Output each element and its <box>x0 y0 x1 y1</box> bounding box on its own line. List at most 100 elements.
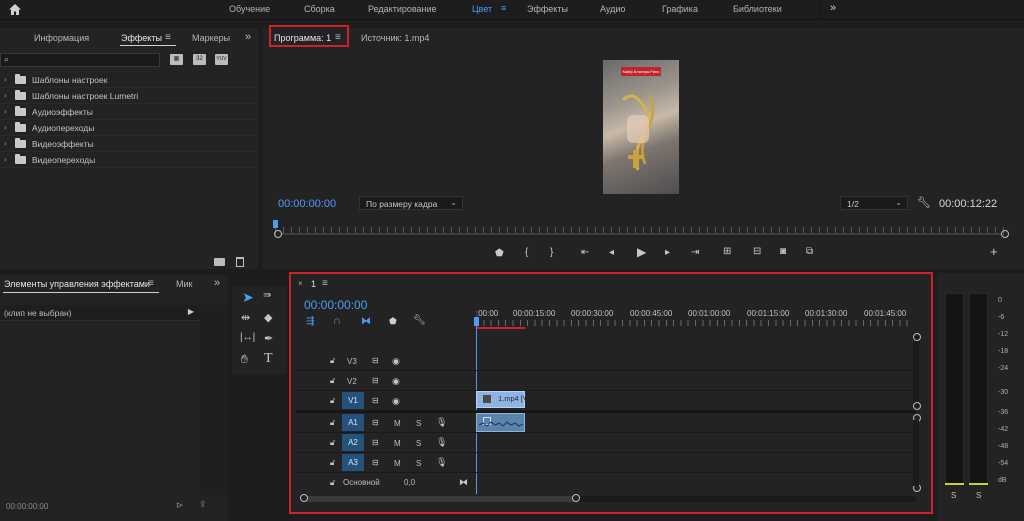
export-icon[interactable]: ⇪ <box>199 499 207 510</box>
chevron-right-icon[interactable]: › <box>4 155 7 164</box>
solo-button[interactable]: S <box>416 439 421 448</box>
tab-effects-menu-icon[interactable]: ≡ <box>165 32 171 43</box>
chevron-right-icon[interactable]: › <box>4 107 7 116</box>
playhead-timecode[interactable]: 00:00:00:00 <box>278 198 336 210</box>
track-select-tool-icon[interactable]: ⇛ <box>263 290 271 301</box>
microphone-icon[interactable]: 🎙︎ <box>436 417 447 427</box>
zoom-handle-right[interactable] <box>572 494 580 502</box>
resolution-select[interactable]: 1/2 ⌄ <box>840 196 908 210</box>
lock-icon[interactable]: 🔓︎ <box>330 396 335 406</box>
razor-tool-icon[interactable]: ◆ <box>264 311 272 324</box>
eye-icon[interactable]: ◉ <box>392 376 400 386</box>
work-area-bar[interactable] <box>477 327 525 329</box>
go-to-end-icon[interactable]: ⧓ <box>459 477 468 487</box>
sync-lock-icon[interactable]: ⊟ <box>372 438 379 448</box>
solo-button[interactable]: S <box>976 491 981 500</box>
add-marker-icon[interactable]: ⬟ <box>495 249 504 259</box>
zoom-handle-left[interactable] <box>300 494 308 502</box>
track-target-button[interactable]: V1 <box>342 392 364 409</box>
lock-icon[interactable]: 🔓︎ <box>330 418 335 428</box>
add-marker-icon[interactable]: ⬟ <box>389 316 397 327</box>
step-forward-icon[interactable]: ▸ <box>665 248 670 258</box>
double-chevron-right-icon[interactable]: » <box>214 277 220 289</box>
lock-icon[interactable]: 🔓︎ <box>330 458 335 468</box>
video-clip[interactable]: 1.mp4 [V] <box>476 391 525 408</box>
nest-icon[interactable]: ⇶ <box>306 316 314 327</box>
linked-selection-icon[interactable]: ⧓ <box>361 316 371 327</box>
lock-icon[interactable]: 🔓︎ <box>330 478 335 488</box>
eye-icon[interactable]: ◉ <box>392 356 400 366</box>
audio-scrollbar[interactable] <box>913 420 919 486</box>
wrench-icon[interactable]: 🔧︎ <box>917 196 931 209</box>
timeline-timecode[interactable]: 00:00:00:00 <box>304 298 367 312</box>
workspace-color-menu-icon[interactable]: ≡ <box>501 3 506 13</box>
sync-lock-icon[interactable]: ⊟ <box>372 356 379 366</box>
workspace-learn[interactable]: Обучение <box>229 4 270 14</box>
master-volume-value[interactable]: 0,0 <box>404 478 415 487</box>
workspace-assembly[interactable]: Сборка <box>304 4 335 14</box>
camera-icon[interactable]: ◙ <box>780 247 786 257</box>
track-target-button[interactable]: A2 <box>342 434 364 451</box>
type-tool-icon[interactable]: T <box>264 351 273 367</box>
tab-audio-mixer[interactable]: Мик <box>176 279 192 289</box>
video-preview[interactable]: Кайф Блогера.Рилс <box>603 60 679 194</box>
slip-tool-icon[interactable]: |↔| <box>240 332 255 343</box>
double-chevron-right-icon[interactable]: » <box>245 31 251 43</box>
filter-icon[interactable]: ⊳ <box>176 500 184 511</box>
new-bin-icon[interactable] <box>214 258 225 266</box>
list-item[interactable]: › Шаблоны настроек <box>0 72 255 88</box>
video-scrollbar[interactable] <box>913 336 919 406</box>
zoom-handle-left[interactable] <box>274 230 282 238</box>
trash-icon[interactable] <box>236 257 244 267</box>
accelerated-effects-icon[interactable]: ▦ <box>170 54 183 65</box>
chevron-right-icon[interactable]: › <box>4 75 7 84</box>
list-item[interactable]: › Шаблоны настроек Lumetri <box>0 88 255 104</box>
double-chevron-right-icon[interactable]: » <box>830 2 836 14</box>
extract-icon[interactable]: ⊟ <box>753 247 761 257</box>
sync-lock-icon[interactable]: ⊟ <box>372 458 379 468</box>
tab-source[interactable]: Источник: 1.mp4 <box>361 33 429 43</box>
scroll-handle[interactable] <box>913 333 921 341</box>
mute-button[interactable]: M <box>394 419 401 428</box>
audio-clip[interactable] <box>476 413 525 432</box>
go-to-in-icon[interactable]: ⇤ <box>581 248 589 258</box>
selection-tool-icon[interactable]: ➤ <box>242 289 254 306</box>
workspace-editing[interactable]: Редактирование <box>368 4 437 14</box>
compare-view-icon[interactable]: ⧉ <box>806 247 813 257</box>
zoom-handle-right[interactable] <box>1001 230 1009 238</box>
mute-button[interactable]: M <box>394 439 401 448</box>
tab-effects[interactable]: Эффекты <box>121 33 162 43</box>
chevron-right-icon[interactable]: › <box>4 139 7 148</box>
track-target-button[interactable]: A1 <box>342 414 364 431</box>
chevron-right-icon[interactable]: › <box>4 123 7 132</box>
mark-out-icon[interactable]: } <box>550 248 553 258</box>
eye-icon[interactable]: ◉ <box>392 396 400 406</box>
lock-icon[interactable]: 🔓︎ <box>330 356 335 366</box>
scroll-handle[interactable] <box>913 402 921 410</box>
sync-lock-icon[interactable]: ⊟ <box>372 376 379 386</box>
sync-lock-icon[interactable]: ⊟ <box>372 396 379 406</box>
go-to-out-icon[interactable]: ⇥ <box>691 248 699 258</box>
chevron-right-icon[interactable]: › <box>4 91 7 100</box>
plus-icon[interactable]: + <box>990 245 998 258</box>
workspace-color[interactable]: Цвет <box>472 4 492 14</box>
lock-icon[interactable]: 🔓︎ <box>330 376 335 386</box>
mute-button[interactable]: M <box>394 459 401 468</box>
workspace-effects[interactable]: Эффекты <box>527 4 568 14</box>
lock-icon[interactable]: 🔓︎ <box>330 438 335 448</box>
time-ruler[interactable] <box>476 320 912 326</box>
sequence-tab[interactable]: 1 <box>311 279 316 289</box>
wrench-icon[interactable]: 🔧︎ <box>413 315 426 326</box>
tab-program-menu-icon[interactable]: ≡ <box>335 32 341 43</box>
fit-select[interactable]: По размеру кадра ⌄ <box>359 196 463 210</box>
microphone-icon[interactable]: 🎙︎ <box>436 457 447 467</box>
pen-tool-icon[interactable]: ✒ <box>264 332 273 345</box>
solo-button[interactable]: S <box>951 491 956 500</box>
hand-tool-icon[interactable]: ✋︎ <box>241 352 248 367</box>
playhead-marker[interactable] <box>273 220 278 228</box>
tab-program[interactable]: Программа: 1 <box>274 33 331 43</box>
playhead-marker[interactable] <box>474 317 479 326</box>
microphone-icon[interactable]: 🎙︎ <box>436 437 447 447</box>
tab-effect-controls-menu-icon[interactable]: ≡ <box>148 278 154 289</box>
tab-effect-controls[interactable]: Элементы управления эффектами <box>4 279 150 289</box>
